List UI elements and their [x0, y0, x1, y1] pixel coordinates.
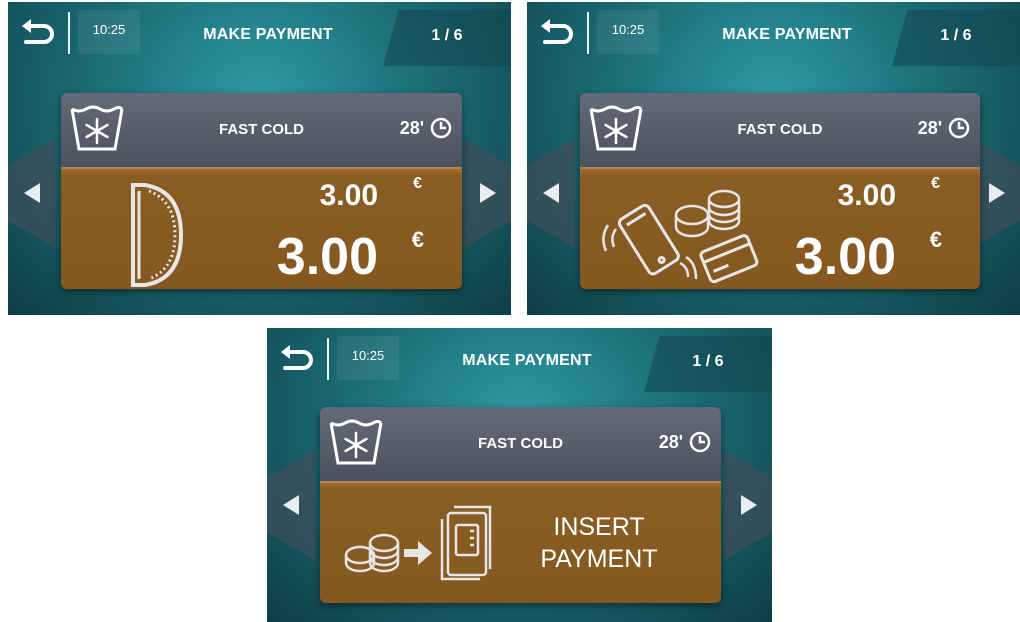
- clock-icon: [689, 431, 711, 453]
- right-arrow-icon: [480, 183, 496, 203]
- currency-big: €: [929, 227, 942, 252]
- page-title: MAKE PAYMENT: [462, 352, 592, 369]
- insert-payment-message: INSERT PAYMENT: [529, 511, 669, 575]
- duration: 28': [658, 432, 683, 452]
- program-bar: FAST COLD 28': [61, 93, 462, 167]
- top-bar: 10:25 MAKE PAYMENT 1 / 6: [8, 2, 511, 66]
- next-button[interactable]: [463, 138, 511, 248]
- left-arrow-icon: [543, 183, 559, 203]
- page-title: MAKE PAYMENT: [203, 26, 333, 43]
- payment-panel: 3.00 € 3.00 €: [61, 167, 462, 289]
- currency-small: €: [413, 175, 422, 192]
- cold-wash-tub-icon: [588, 99, 644, 155]
- previous-button[interactable]: [527, 138, 575, 248]
- back-button[interactable]: [537, 16, 577, 50]
- clock-box: 10:25: [597, 10, 659, 54]
- clock-icon: [948, 117, 970, 139]
- divider: [68, 12, 70, 54]
- page-number: 1 / 6: [431, 27, 463, 44]
- back-button[interactable]: [277, 342, 317, 376]
- time-display: 10:25: [611, 22, 645, 37]
- program-card: FAST COLD 28' 3.00 € 3.00 €: [61, 93, 462, 289]
- page-number: 1 / 6: [940, 27, 972, 44]
- price-big: 3.00: [276, 228, 378, 286]
- currency-big: €: [411, 227, 424, 252]
- insert-line-1: INSERT: [553, 513, 645, 541]
- payment-panel: 3.00 € 3.00 €: [580, 167, 980, 289]
- program-card: FAST COLD 28': [580, 93, 980, 289]
- next-button[interactable]: [724, 450, 772, 560]
- time-display: 10:25: [351, 348, 385, 363]
- right-arrow-icon: [741, 495, 757, 515]
- top-bar: 10:25 MAKE PAYMENT 1 / 6: [267, 328, 772, 392]
- page-number: 1 / 6: [692, 353, 724, 370]
- program-bar: FAST COLD 28': [320, 407, 721, 481]
- insert-line-2: PAYMENT: [540, 545, 658, 573]
- page-indicator: 1 / 6: [644, 336, 772, 392]
- page-indicator: 1 / 6: [892, 10, 1020, 66]
- cold-wash-tub-icon: [328, 413, 384, 469]
- time-display: 10:25: [92, 22, 126, 37]
- program-name: FAST COLD: [737, 121, 823, 138]
- price-small: 3.00: [319, 179, 378, 212]
- duration: 28': [917, 118, 942, 138]
- divider: [327, 338, 329, 380]
- divider: [587, 12, 589, 54]
- coins-to-machine-icon: [338, 505, 498, 585]
- left-arrow-icon: [24, 183, 40, 203]
- phone-coins-card-icon: [596, 181, 766, 285]
- back-arrow-icon: [541, 19, 573, 44]
- coin-acceptor-icon: [127, 181, 187, 289]
- back-arrow-icon: [22, 19, 54, 44]
- page-indicator: 1 / 6: [383, 10, 511, 66]
- back-button[interactable]: [18, 16, 58, 50]
- payment-screen-cashless: 10:25 MAKE PAYMENT 1 / 6 FAST COLD 28' 3…: [527, 2, 1020, 315]
- previous-button[interactable]: [8, 138, 56, 248]
- duration: 28': [399, 118, 424, 138]
- clock-box: 10:25: [337, 336, 399, 380]
- cold-wash-tub-icon: [69, 99, 125, 155]
- clock-box: 10:25: [78, 10, 140, 54]
- page-title: MAKE PAYMENT: [722, 26, 852, 43]
- payment-screen-price: 10:25 MAKE PAYMENT 1 / 6 FAST COLD 28' 3…: [8, 2, 511, 315]
- price-small: 3.00: [837, 179, 896, 212]
- right-arrow-icon: [989, 183, 1005, 203]
- program-card: FAST COLD 28': [320, 407, 721, 603]
- program-name: FAST COLD: [478, 435, 563, 452]
- payment-screen-insert: 10:25 MAKE PAYMENT 1 / 6 FAST COLD 28' I…: [267, 328, 772, 622]
- left-arrow-icon: [283, 495, 299, 515]
- program-bar: FAST COLD 28': [580, 93, 980, 167]
- currency-small: €: [931, 175, 940, 192]
- top-bar: 10:25 MAKE PAYMENT 1 / 6: [527, 2, 1020, 66]
- payment-panel: INSERT PAYMENT: [320, 481, 721, 603]
- back-arrow-icon: [281, 345, 313, 370]
- price-big: 3.00: [794, 228, 896, 286]
- program-name: FAST COLD: [219, 121, 304, 138]
- previous-button[interactable]: [267, 450, 315, 560]
- clock-icon: [430, 117, 452, 139]
